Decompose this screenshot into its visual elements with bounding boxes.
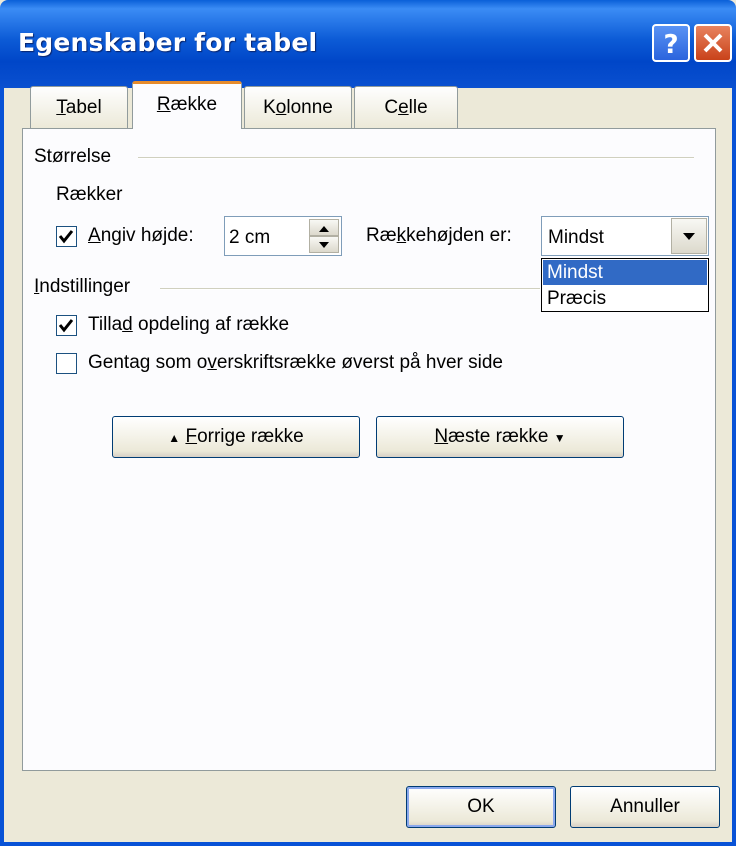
size-section-divider <box>138 157 694 159</box>
next-row-button[interactable]: Næste række ▼ <box>376 416 624 458</box>
help-button[interactable]: ? <box>652 24 690 62</box>
up-arrow-icon: ▲ <box>168 431 181 445</box>
checkmark-icon <box>58 319 74 333</box>
tab-label: abel <box>65 97 102 118</box>
label-text: orrige række <box>197 426 304 447</box>
label-text: Gentag som o <box>88 352 208 373</box>
arrow-down-icon <box>319 242 329 248</box>
label-text: ngiv højde: <box>100 225 194 246</box>
specify-height-label[interactable]: Angiv højde: <box>88 225 194 247</box>
chevron-down-icon <box>683 233 695 240</box>
label-mnemonic: k <box>396 225 407 246</box>
close-button[interactable] <box>694 24 732 62</box>
spinner-buttons <box>309 219 339 253</box>
options-section-title: Indstillinger <box>34 276 130 298</box>
size-section-title: Størrelse <box>34 146 112 167</box>
tab-label: lle <box>408 97 428 118</box>
label-text: opdeling af række <box>132 314 290 335</box>
allow-break-label[interactable]: Tillad opdeling af række <box>88 314 289 336</box>
label-text: erskriftsrække øverst på hver side <box>216 352 503 373</box>
label-mnemonic: N <box>434 426 449 447</box>
tab-celle[interactable]: Celle <box>354 86 458 128</box>
label-text: ndstillinger <box>39 276 131 297</box>
row-height-mode-value: Mindst <box>548 227 604 248</box>
spin-down-button[interactable] <box>309 236 339 253</box>
tab-label: ække <box>170 94 218 115</box>
label-mnemonic: A <box>88 225 101 246</box>
checkmark-icon <box>58 230 74 244</box>
tab-label: lonne <box>286 97 333 118</box>
label-mnemonic: v <box>207 352 217 373</box>
dropdown-option-praecis[interactable]: Præcis <box>543 286 707 311</box>
help-icon: ? <box>663 30 678 60</box>
tab-mnemonic: o <box>275 97 287 118</box>
tab-mnemonic: T <box>56 97 66 118</box>
tab-tabel[interactable]: Tabel <box>30 86 128 128</box>
tab-label: C <box>384 97 399 118</box>
specify-height-checkbox[interactable] <box>56 226 77 247</box>
tab-mnemonic: e <box>398 97 409 118</box>
window-title: Egenskaber for tabel <box>18 28 318 57</box>
repeat-header-checkbox[interactable] <box>56 353 77 374</box>
spin-up-button[interactable] <box>309 219 339 236</box>
label-text: kehøjden er: <box>406 225 512 246</box>
ok-button[interactable]: OK <box>406 786 556 828</box>
title-bar[interactable]: Egenskaber for tabel ? <box>0 0 736 88</box>
label-text: Tilla <box>88 314 123 335</box>
dropdown-button[interactable] <box>671 218 707 254</box>
options-section-divider <box>160 288 540 290</box>
down-arrow-icon: ▼ <box>553 431 566 445</box>
label-mnemonic: d <box>122 314 133 335</box>
tab-raekke[interactable]: Række <box>132 81 242 129</box>
previous-row-button[interactable]: ▲ Forrige række <box>112 416 360 458</box>
rows-label: Rækker <box>56 184 123 205</box>
tab-mnemonic: R <box>156 94 171 115</box>
repeat-header-label[interactable]: Gentag som overskriftsrække øverst på hv… <box>88 352 503 374</box>
height-input[interactable]: 2 cm <box>229 227 270 249</box>
allow-break-checkbox[interactable] <box>56 315 77 336</box>
svg-text:?: ? <box>663 30 678 60</box>
label-mnemonic: F <box>185 426 198 447</box>
label-text: Ræ <box>366 225 397 246</box>
row-height-dropdown-list: Mindst Præcis <box>541 258 709 312</box>
tab-label: K <box>263 97 276 118</box>
tab-kolonne[interactable]: Kolonne <box>244 86 352 128</box>
arrow-up-icon <box>319 226 329 232</box>
dropdown-option-mindst[interactable]: Mindst <box>543 260 707 285</box>
height-spinner[interactable]: 2 cm <box>224 216 342 256</box>
cancel-button[interactable]: Annuller <box>570 786 720 828</box>
row-height-is-label: Rækkehøjden er: <box>366 225 512 247</box>
label-text: æste række <box>448 426 549 447</box>
row-height-mode-select[interactable]: Mindst <box>541 216 709 256</box>
close-icon <box>703 33 723 53</box>
